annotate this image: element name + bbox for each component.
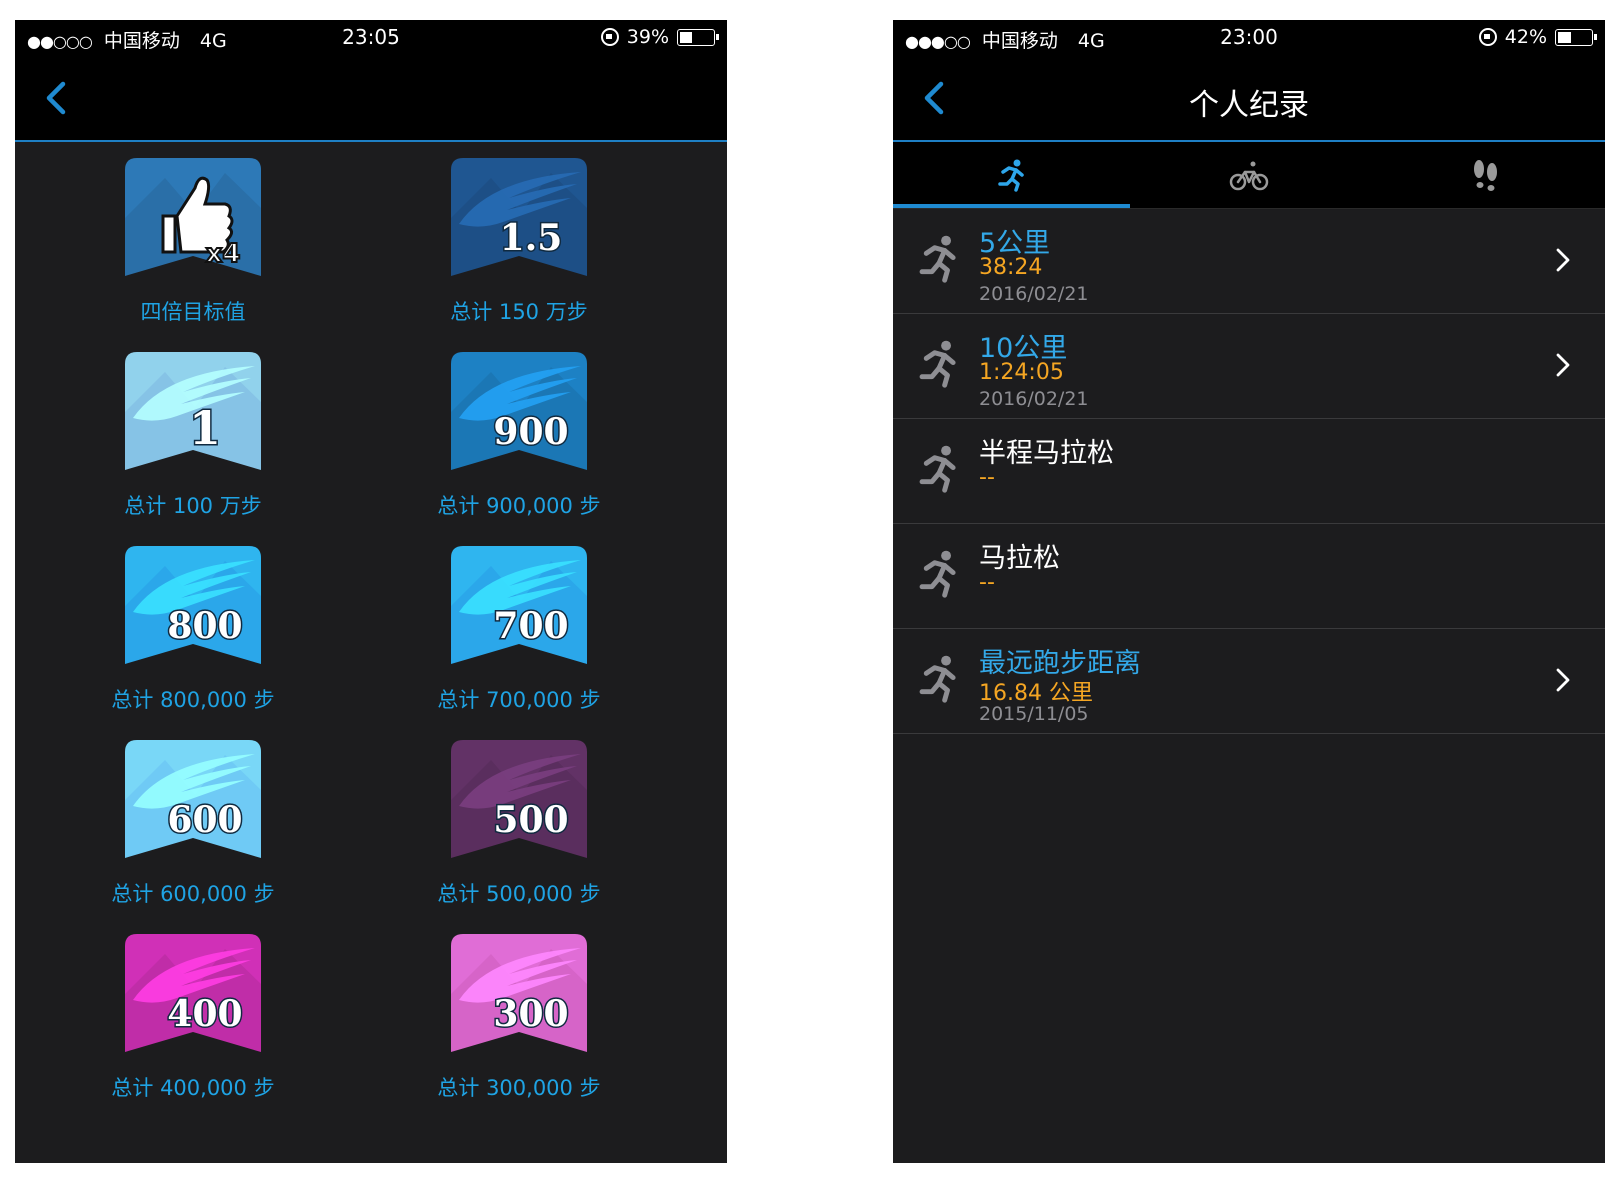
orientation-lock-icon [1478, 28, 1497, 46]
badge-item[interactable]: 300 总计 300,000 步 [349, 934, 689, 1102]
orientation-lock-icon [600, 28, 619, 46]
svg-text:800: 800 [167, 605, 242, 647]
wing-badge-icon: 900 [451, 352, 587, 470]
page-title: 个人纪录 [1189, 88, 1309, 123]
record-value: 38:24 [979, 255, 1043, 280]
running-icon [919, 655, 956, 703]
badge-label: 总计 800,000 步 [111, 688, 275, 712]
record-row: 马拉松 -- [893, 524, 1605, 629]
wing-badge-icon: 400 [125, 934, 261, 1052]
badge-label: 总计 900,000 步 [437, 494, 601, 518]
nav-bar: 个人纪录 [893, 54, 1605, 142]
badge-item[interactable]: 700 总计 700,000 步 [349, 546, 689, 714]
record-value: -- [979, 570, 995, 595]
wing-badge-icon: 600 [125, 740, 261, 858]
activity-tabs [893, 142, 1605, 209]
badge-item[interactable]: 800 总计 800,000 步 [23, 546, 363, 714]
wing-badge-icon: 800 [125, 546, 261, 664]
badge-item[interactable]: 900 总计 900,000 步 [349, 352, 689, 520]
record-row[interactable]: 10公里 1:24:05 2016/02/21 [893, 314, 1605, 419]
badge-label: 总计 300,000 步 [437, 1076, 601, 1100]
battery-percent: 42% [1504, 26, 1547, 48]
badge-label: 总计 500,000 步 [437, 882, 601, 906]
wing-badge-icon: 500 [451, 740, 587, 858]
records-list: 5公里 38:24 2016/02/21 10公里 1:24:05 2016/0… [893, 209, 1605, 734]
bicycle-icon [1229, 161, 1268, 191]
record-date: 2015/11/05 [979, 703, 1089, 725]
tab-running[interactable] [893, 142, 1130, 208]
running-icon [919, 235, 956, 283]
record-value: -- [979, 465, 995, 490]
chevron-right-icon [1556, 668, 1570, 692]
chevron-right-icon [1556, 353, 1570, 377]
svg-text:x4: x4 [206, 239, 241, 269]
svg-text:900: 900 [493, 411, 568, 453]
status-bar: ●●○○○ 中国移动 4G 23:05 39% [15, 20, 727, 54]
footprints-icon [1473, 160, 1497, 191]
record-date: 2016/02/21 [979, 388, 1089, 410]
record-row: 半程马拉松 -- [893, 419, 1605, 524]
badge-item[interactable]: 400 总计 400,000 步 [23, 934, 363, 1102]
svg-text:300: 300 [493, 993, 568, 1035]
badge-label: 总计 700,000 步 [437, 688, 601, 712]
badge-item[interactable]: x4 四倍目标值 [23, 158, 363, 326]
record-row[interactable]: 最远跑步距离 16.84 公里 2015/11/05 [893, 629, 1605, 734]
record-row[interactable]: 5公里 38:24 2016/02/21 [893, 209, 1605, 314]
badge-label: 总计 150 万步 [450, 300, 588, 324]
nav-bar [15, 54, 727, 142]
wing-badge-icon: 300 [451, 934, 587, 1052]
running-icon [919, 340, 956, 388]
battery-icon [677, 28, 719, 46]
badge-item[interactable]: 600 总计 600,000 步 [23, 740, 363, 908]
battery-percent: 39% [626, 26, 669, 48]
personal-records-screen: ●●●○○ 中国移动 4G 23:00 42% 个人纪录 5公里 38:24 2… [893, 20, 1605, 1163]
badge-label: 四倍目标值 [140, 300, 246, 324]
thumbs-up-badge-icon: x4 [125, 158, 261, 276]
svg-text:400: 400 [167, 993, 242, 1035]
badge-label: 总计 400,000 步 [111, 1076, 275, 1100]
svg-text:1: 1 [189, 401, 221, 455]
badge-item[interactable]: 500 总计 500,000 步 [349, 740, 689, 908]
record-name: 半程马拉松 [979, 438, 1114, 469]
svg-text:600: 600 [167, 799, 242, 841]
wing-badge-icon: 1.5 [451, 158, 587, 276]
active-tab-indicator [893, 204, 1130, 208]
svg-text:500: 500 [493, 799, 568, 841]
record-value: 1:24:05 [979, 360, 1064, 385]
chevron-right-icon [1556, 248, 1570, 272]
running-icon [919, 550, 956, 598]
wing-badge-icon: 1 [125, 352, 261, 470]
badges-screen: ●●○○○ 中国移动 4G 23:05 39% x4 四倍目标值 1.5 总计 15… [15, 20, 727, 1163]
running-icon [997, 159, 1024, 192]
badge-item[interactable]: 1 总计 100 万步 [23, 352, 363, 520]
wing-badge-icon: 700 [451, 546, 587, 664]
battery-icon [1555, 28, 1597, 46]
svg-text:700: 700 [493, 605, 568, 647]
badge-label: 总计 600,000 步 [111, 882, 275, 906]
back-chevron-icon[interactable] [37, 78, 77, 118]
tab-cycling[interactable] [1130, 142, 1367, 208]
running-icon [919, 445, 956, 493]
svg-text:1.5: 1.5 [500, 217, 563, 259]
badge-item[interactable]: 1.5 总计 150 万步 [349, 158, 689, 326]
badge-label: 总计 100 万步 [124, 494, 262, 518]
record-date: 2016/02/21 [979, 283, 1089, 305]
status-bar: ●●●○○ 中国移动 4G 23:00 42% [893, 20, 1605, 54]
tab-steps[interactable] [1367, 142, 1604, 208]
